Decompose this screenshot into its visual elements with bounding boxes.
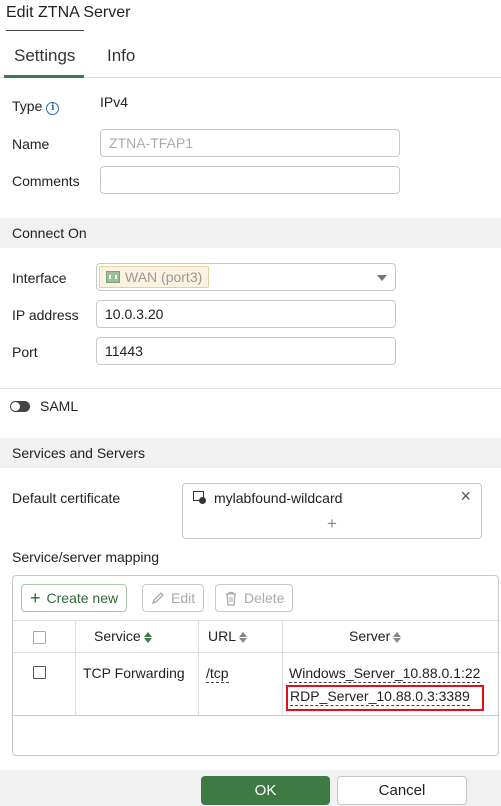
row-checkbox[interactable]	[33, 666, 46, 679]
comments-label: Comments	[12, 173, 80, 189]
sort-icon	[393, 631, 402, 643]
interface-select[interactable]: WAN (port3)	[96, 263, 396, 291]
edit-button[interactable]: Edit	[142, 584, 205, 612]
certificate-icon	[193, 491, 207, 505]
ip-address-field[interactable]: 10.0.3.20	[96, 300, 396, 328]
column-header-server[interactable]: Server	[349, 628, 402, 644]
chevron-down-icon	[377, 275, 387, 281]
saml-label: SAML	[40, 398, 79, 414]
column-header-url[interactable]: URL	[208, 628, 248, 644]
saml-toggle[interactable]	[10, 401, 30, 412]
type-label-row: Type i	[12, 98, 60, 115]
default-cert-label: Default certificate	[12, 490, 121, 506]
delete-label: Delete	[244, 590, 285, 606]
type-label: Type	[12, 98, 43, 114]
mapping-label: Service/server mapping	[12, 549, 160, 565]
divider	[0, 388, 501, 389]
delete-button[interactable]: Delete	[215, 584, 294, 612]
port-field[interactable]: 11443	[96, 337, 396, 365]
comments-field[interactable]	[100, 166, 400, 194]
sort-icon	[143, 631, 152, 643]
port-label: Port	[12, 344, 38, 360]
row-url[interactable]: /tcp	[206, 665, 229, 683]
service-header-label: Service	[94, 628, 141, 644]
network-port-icon	[106, 271, 120, 283]
add-cert-icon[interactable]: +	[327, 514, 337, 534]
divider	[13, 715, 498, 716]
divider	[13, 620, 498, 621]
pencil-icon	[151, 592, 164, 605]
row-server-windows[interactable]: Windows_Server_10.88.0.1:22	[289, 665, 481, 683]
column-header-service[interactable]: Service	[94, 628, 152, 644]
interface-value: WAN (port3)	[125, 269, 203, 285]
interface-label: Interface	[12, 270, 67, 286]
plus-icon: +	[30, 588, 41, 608]
ok-button[interactable]: OK	[201, 776, 330, 805]
type-value: IPv4	[100, 94, 129, 110]
create-new-label: Create new	[46, 590, 119, 606]
row-server-rdp[interactable]: RDP_Server_10.88.0.3:3389	[290, 688, 470, 706]
server-header-label: Server	[349, 628, 391, 644]
tab-active-indicator	[4, 75, 84, 78]
cancel-button[interactable]: Cancel	[337, 776, 467, 805]
dialog-title: Edit ZTNA Server	[6, 4, 131, 21]
name-label: Name	[12, 136, 50, 152]
tab-info[interactable]: Info	[107, 46, 135, 66]
divider	[198, 620, 199, 715]
select-all-checkbox[interactable]	[33, 631, 46, 644]
interface-tag: WAN (port3)	[99, 266, 210, 288]
title-underline	[6, 30, 84, 31]
default-cert-box[interactable]: mylabfound-wildcard × +	[182, 483, 482, 539]
services-header: Services and Servers	[0, 438, 501, 468]
sort-icon	[239, 631, 248, 643]
trash-icon	[226, 591, 236, 606]
name-field[interactable]: ZTNA-TFAP1	[100, 129, 400, 157]
info-icon[interactable]: i	[46, 102, 60, 115]
mapping-panel: + Create new Edit Delete Service URL Ser…	[12, 575, 499, 756]
saml-row: SAML	[0, 386, 501, 426]
divider	[75, 620, 76, 715]
remove-cert-icon[interactable]: ×	[460, 486, 471, 507]
tab-settings[interactable]: Settings	[14, 46, 75, 66]
connect-on-header: Connect On	[0, 218, 501, 248]
create-new-button[interactable]: + Create new	[21, 584, 128, 612]
url-header-label: URL	[208, 628, 237, 644]
divider	[282, 620, 283, 715]
row-service: TCP Forwarding	[83, 665, 185, 681]
edit-label: Edit	[171, 590, 196, 606]
divider	[13, 652, 498, 653]
default-cert-value: mylabfound-wildcard	[214, 490, 343, 506]
ip-label: IP address	[12, 307, 79, 323]
